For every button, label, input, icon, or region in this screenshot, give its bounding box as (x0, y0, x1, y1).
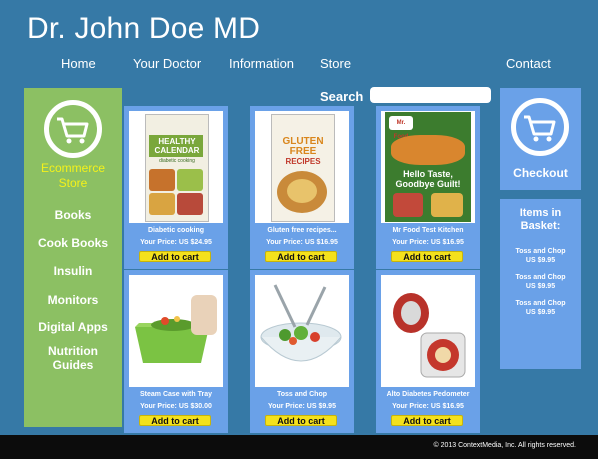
basket-title-line2: Basket: (520, 220, 561, 232)
category-cook-books[interactable]: Cook Books (24, 236, 122, 250)
product-price: Your Price: US $24.95 (140, 239, 212, 246)
nav-contact[interactable]: Contact (506, 56, 551, 71)
basket-item-name: Toss and Chop (515, 274, 566, 281)
product-name[interactable]: Gluten free recipes... (250, 227, 354, 234)
book-cover-line: CALENDAR (154, 146, 200, 155)
category-nutrition-guides-line2[interactable]: Guides (24, 358, 122, 372)
basket-item-name: Toss and Chop (515, 248, 566, 255)
store-label-ecommerce: Ecommerce (40, 161, 105, 175)
add-to-cart-button[interactable]: Add to cart (391, 415, 463, 426)
category-books[interactable]: Books (24, 208, 122, 222)
book-cover-line: FREE (289, 146, 317, 157)
category-nutrition-guides-line1[interactable]: Nutrition (24, 344, 122, 358)
basket-title-line1: Items in (519, 207, 562, 219)
book-cover-line: RECIPES (285, 157, 321, 166)
main-nav: Home Your Doctor Information Store Conta… (0, 56, 598, 72)
product-image-steam-case[interactable] (129, 275, 223, 387)
product-price: Your Price: US $16.95 (392, 239, 464, 246)
checkout-panel[interactable]: Checkout (500, 88, 581, 190)
basket-item-price: US $9.95 (525, 283, 556, 290)
basket-item-name: Toss and Chop (515, 300, 566, 307)
product-image-book-cover[interactable]: HEALTHY CALENDAR diabetic cooking (129, 111, 223, 223)
nav-information[interactable]: Information (229, 56, 294, 71)
product-price: Your Price: US $16.95 (266, 239, 338, 246)
shopping-cart-icon (524, 115, 556, 142)
cart-icon-circle[interactable] (44, 100, 102, 158)
add-to-cart-button[interactable]: Add to cart (265, 251, 337, 262)
add-to-cart-button[interactable]: Add to cart (391, 251, 463, 262)
store-label-store: Store (58, 176, 88, 190)
product-card: Alto Diabetes Pedometer Your Price: US $… (376, 270, 480, 433)
category-monitors[interactable]: Monitors (24, 293, 122, 307)
product-name[interactable]: Steam Case with Tray (124, 391, 228, 398)
basket-item-price: US $9.95 (525, 257, 556, 264)
shopping-cart-icon (57, 117, 89, 144)
product-card: GLUTEN FREE RECIPES Gluten free recipes.… (250, 106, 354, 269)
checkout-cart-circle[interactable] (511, 98, 569, 156)
book-cover-line: Hello Taste, (403, 169, 453, 179)
nav-home[interactable]: Home (61, 56, 96, 71)
product-image-salad-bowl[interactable] (255, 275, 349, 387)
search-label: Search (320, 89, 364, 104)
product-card: Mr. Food Hello Taste, Goodbye Guilt! Mr … (376, 106, 480, 269)
basket-panel: Items in Basket: Toss and Chop US $9.95 … (500, 199, 581, 369)
footer: © 2013 ContextMedia, Inc. All rights res… (0, 435, 598, 459)
product-price: Your Price: US $30.00 (140, 403, 212, 410)
site-title: Dr. John Doe MD (27, 12, 261, 45)
product-image-book-cover[interactable]: Mr. Food Hello Taste, Goodbye Guilt! (381, 111, 475, 223)
book-cover-line: Goodbye Guilt! (395, 179, 461, 189)
product-name[interactable]: Mr Food Test Kitchen (376, 227, 480, 234)
book-cover-line: Mr. Food (389, 116, 413, 140)
product-image-pedometer[interactable] (381, 275, 475, 387)
add-to-cart-button[interactable]: Add to cart (139, 251, 211, 262)
checkout-button[interactable]: Checkout (500, 166, 581, 180)
product-card: Steam Case with Tray Your Price: US $30.… (124, 270, 228, 433)
product-price: Your Price: US $9.95 (268, 403, 336, 410)
book-cover-line: diabetic cooking (159, 158, 195, 164)
nav-store[interactable]: Store (320, 56, 351, 71)
product-image-book-cover[interactable]: GLUTEN FREE RECIPES (255, 111, 349, 223)
category-insulin[interactable]: Insulin (24, 264, 122, 278)
product-price: Your Price: US $16.95 (392, 403, 464, 410)
product-card: Toss and Chop Your Price: US $9.95 Add t… (250, 270, 354, 433)
basket-item-price: US $9.95 (525, 309, 556, 316)
category-digital-apps[interactable]: Digital Apps (24, 320, 122, 334)
product-name[interactable]: Diabetic cooking (124, 227, 228, 234)
product-name[interactable]: Alto Diabetes Pedometer (376, 391, 480, 398)
store-sidebar: Ecommerce Store Books Cook Books Insulin… (24, 88, 122, 427)
salad-bowl-illustration (255, 275, 349, 387)
pedometer-illustration (381, 275, 475, 387)
nav-your-doctor[interactable]: Your Doctor (133, 56, 201, 71)
copyright-text: © 2013 ContextMedia, Inc. All rights res… (433, 442, 576, 449)
add-to-cart-button[interactable]: Add to cart (265, 415, 337, 426)
product-name[interactable]: Toss and Chop (250, 391, 354, 398)
product-card: HEALTHY CALENDAR diabetic cooking Diabet… (124, 106, 228, 269)
search-input[interactable] (370, 87, 491, 103)
steam-case-illustration (129, 275, 223, 387)
book-cover-line: HEALTHY (158, 137, 196, 146)
add-to-cart-button[interactable]: Add to cart (139, 415, 211, 426)
